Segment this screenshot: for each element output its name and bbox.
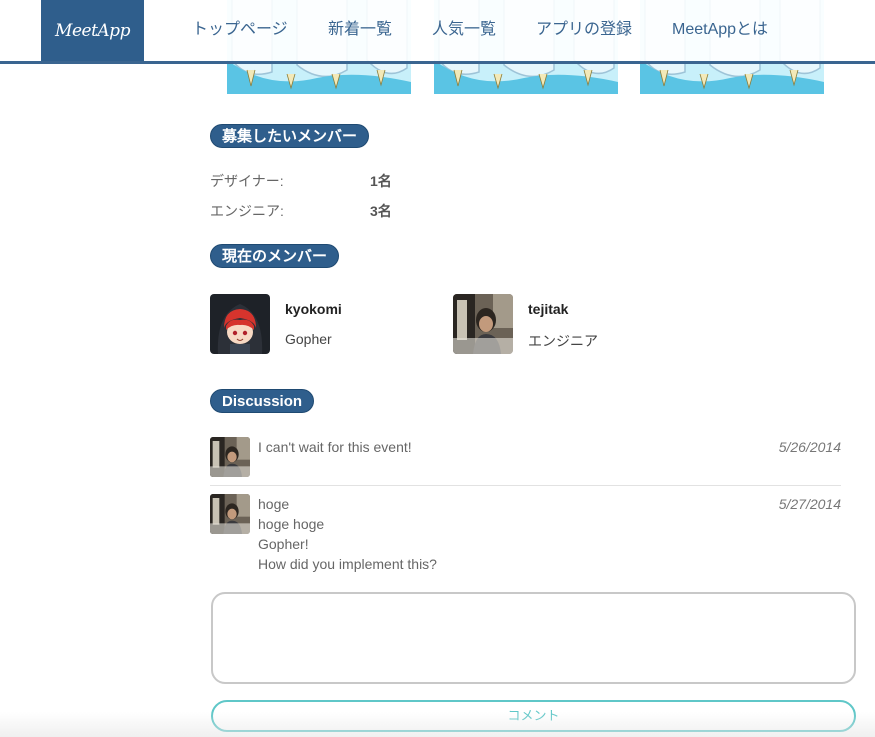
nav-about[interactable]: MeetAppとは [672, 19, 768, 41]
comment-date: 5/27/2014 [778, 496, 841, 512]
comment-text: How did you implement this? [258, 556, 437, 572]
discussion-section-title: Discussion [210, 389, 315, 413]
member-avatar-tejitak[interactable] [453, 294, 513, 354]
comment-avatar[interactable] [210, 437, 250, 477]
recruit-designer-count: 1名 [370, 173, 392, 189]
nav-new-list[interactable]: 新着一覧 [328, 19, 392, 41]
comment-avatar[interactable] [210, 494, 250, 534]
header-divider [0, 61, 875, 64]
member-role-kyokomi: Gopher [285, 331, 332, 347]
nav-top-page[interactable]: トップページ [192, 19, 288, 41]
comment-text: hoge [258, 496, 290, 512]
main-nav: トップページ 新着一覧 人気一覧 アプリの登録 MeetAppとは [0, 19, 875, 43]
member-avatar-kyokomi[interactable] [210, 294, 270, 354]
member-name-kyokomi[interactable]: kyokomi [285, 301, 342, 317]
comment-submit-button[interactable]: コメント [211, 700, 856, 732]
recruit-engineer-count: 3名 [370, 203, 392, 219]
recruit-designer-label: デザイナー: [210, 173, 284, 189]
comment-input[interactable] [211, 592, 856, 684]
member-role-tejitak: エンジニア [528, 333, 598, 349]
comment-text: I can't wait for this event! [258, 439, 412, 455]
members-section-title: 現在のメンバー [210, 244, 340, 268]
comment-text: Gopher! [258, 536, 309, 552]
nav-register-app[interactable]: アプリの登録 [536, 19, 632, 41]
member-name-tejitak[interactable]: tejitak [528, 301, 568, 317]
nav-popular-list[interactable]: 人気一覧 [432, 19, 496, 41]
comment-date: 5/26/2014 [778, 439, 841, 455]
recruit-engineer-label: エンジニア: [210, 203, 284, 219]
comment-divider [210, 485, 841, 486]
comment-text: hoge hoge [258, 516, 325, 532]
recruit-section-title: 募集したいメンバー [210, 124, 370, 148]
